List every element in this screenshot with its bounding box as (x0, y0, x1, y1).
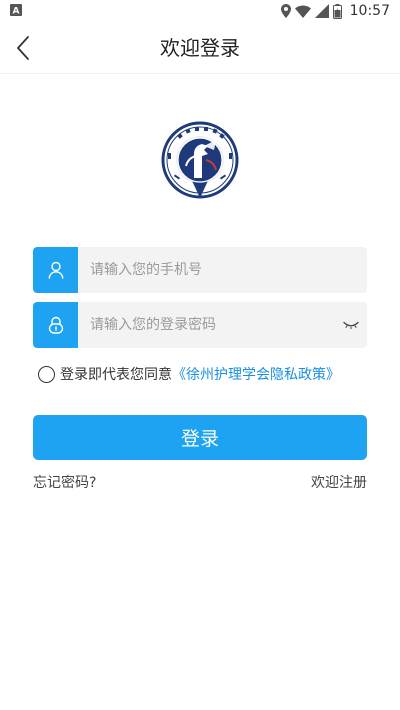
signal-icon (314, 4, 329, 18)
agreement-text: 登录即代表您同意 (60, 367, 172, 383)
login-button[interactable]: 登录 (33, 415, 367, 460)
lock-icon (48, 316, 63, 334)
phone-input[interactable] (78, 247, 367, 293)
page-title: 欢迎登录 (160, 36, 240, 60)
a-notification-icon: A (10, 4, 22, 16)
agreement-checkbox[interactable] (38, 365, 55, 383)
app-bar: 欢迎登录 (0, 22, 400, 74)
forgot-password-link[interactable]: 忘记密码? (33, 472, 96, 492)
privacy-policy-link[interactable]: 《徐州护理学会隐私政策》 (172, 364, 340, 384)
status-time: 10:57 (349, 3, 390, 19)
eye-closed-icon (343, 321, 359, 329)
location-icon (280, 4, 291, 18)
association-logo (161, 121, 239, 199)
register-link[interactable]: 欢迎注册 (311, 472, 367, 492)
battery-icon (332, 3, 342, 19)
phone-field-icon-box (33, 247, 78, 293)
back-button[interactable] (8, 32, 38, 64)
password-field (33, 302, 367, 348)
status-bar: A 10:57 (0, 0, 400, 22)
phone-field (33, 247, 367, 293)
agreement-row: 登录即代表您同意 《徐州护理学会隐私政策》 (38, 364, 340, 384)
chevron-left-icon (17, 36, 29, 60)
wifi-icon (294, 5, 311, 18)
password-visibility-toggle[interactable] (335, 302, 367, 348)
user-icon (48, 261, 63, 279)
password-field-icon-box (33, 302, 78, 348)
password-input[interactable] (78, 302, 335, 348)
svg-text:A: A (13, 7, 20, 17)
